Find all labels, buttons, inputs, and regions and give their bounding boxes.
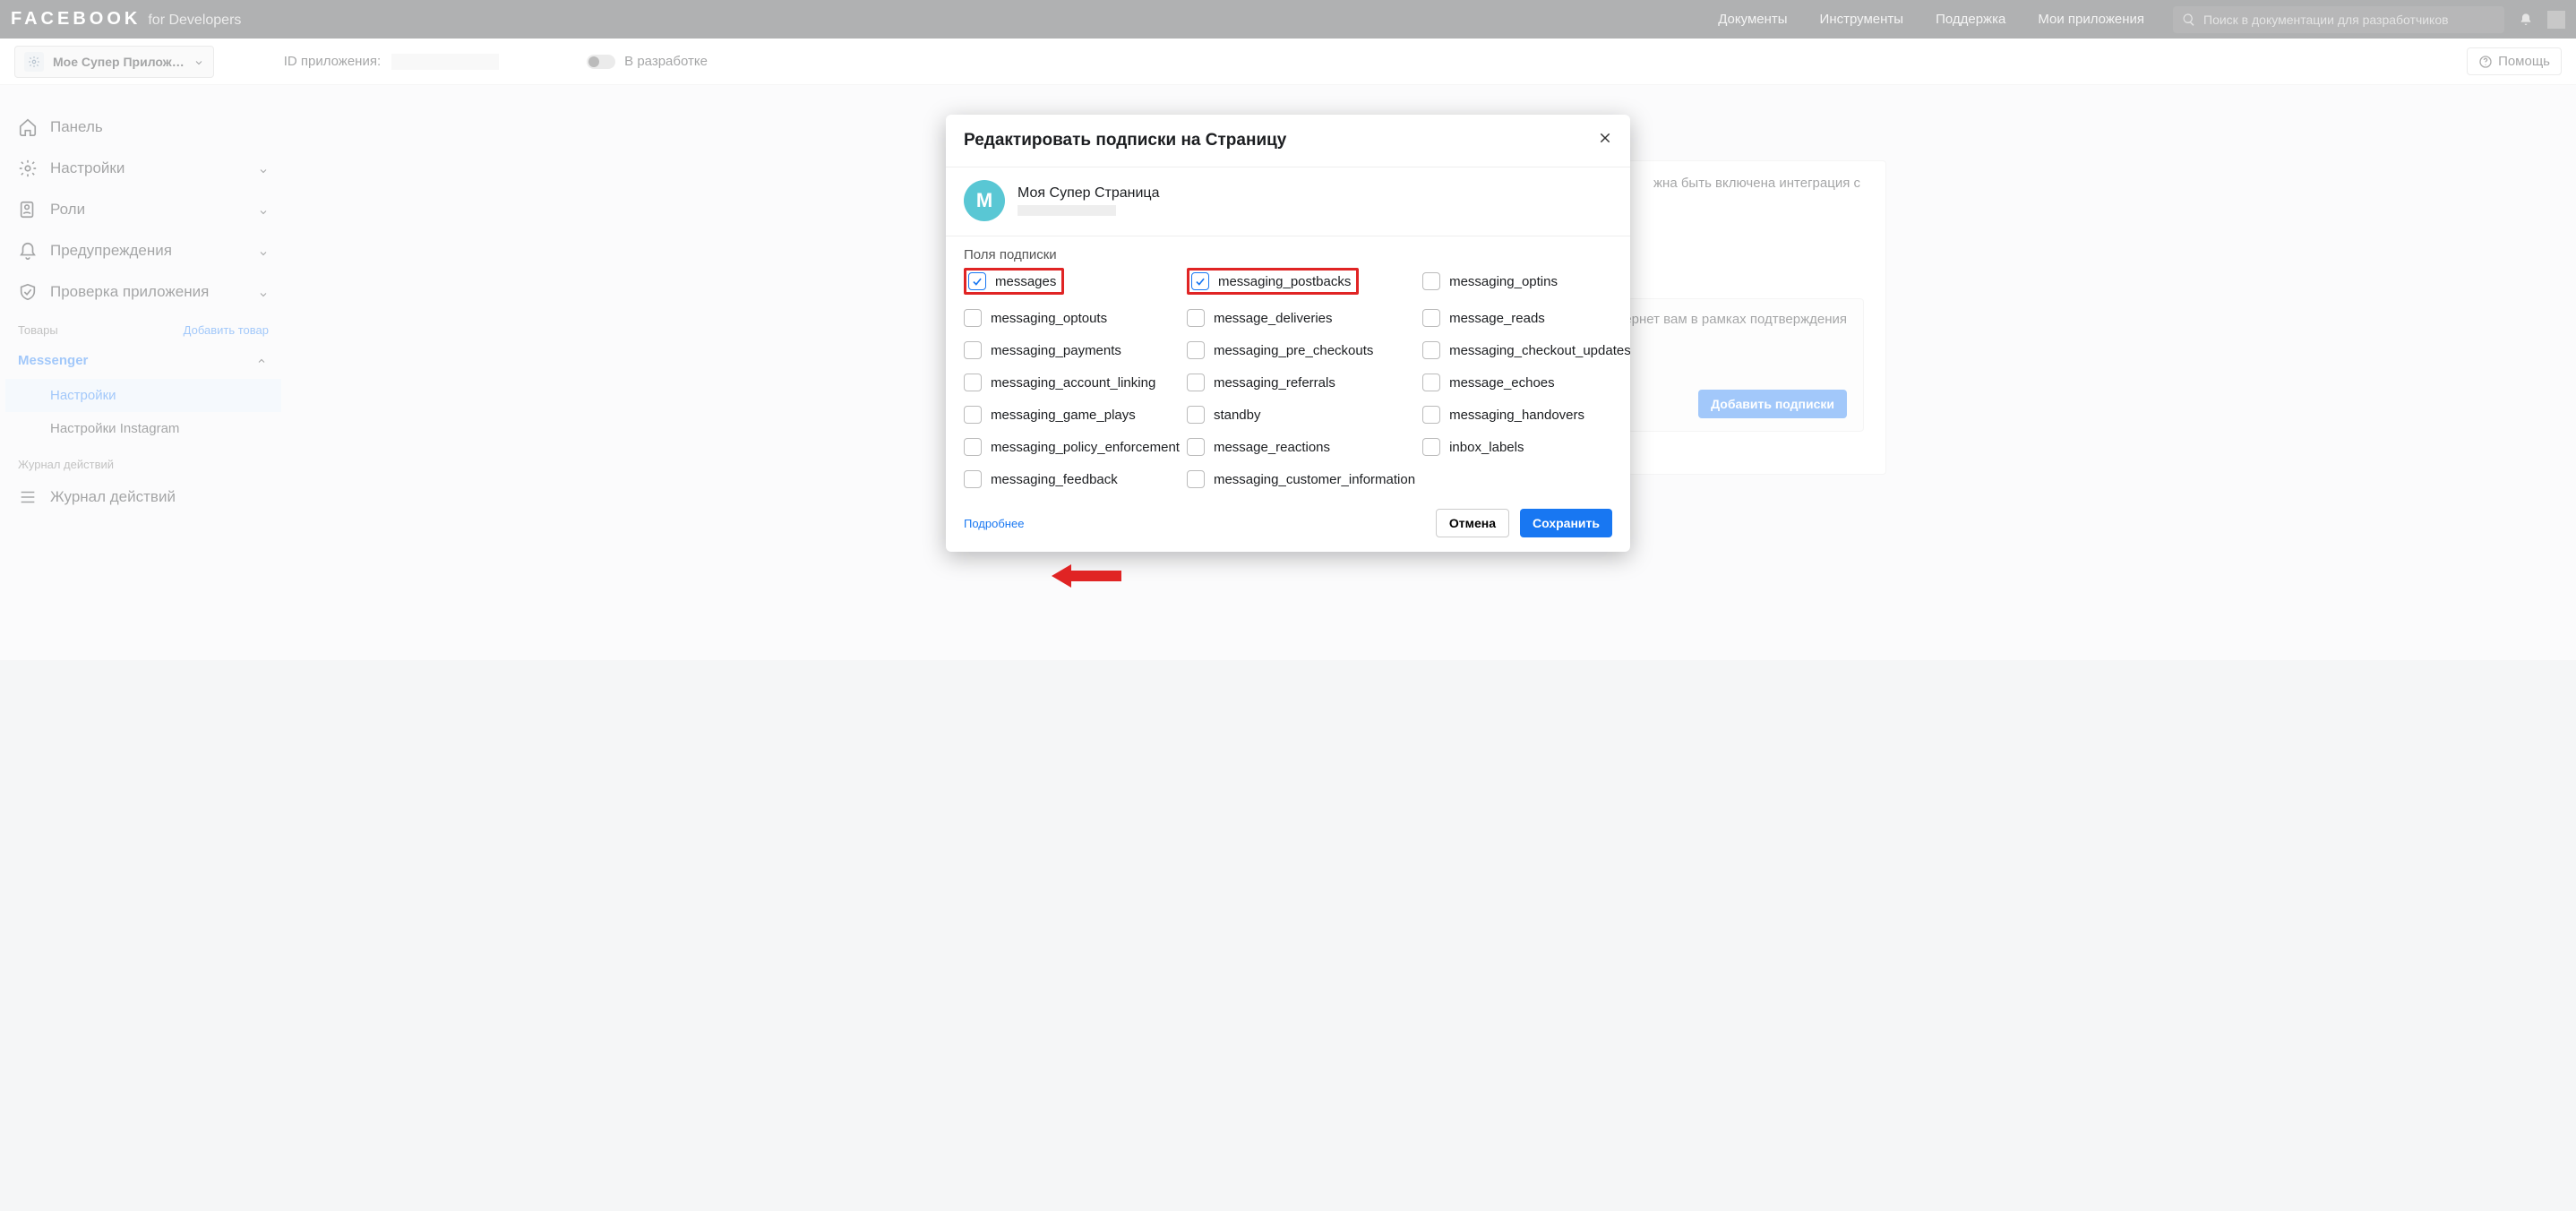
checkbox-messaging_postbacks[interactable] — [1191, 272, 1209, 290]
field-label: messaging_customer_information — [1214, 472, 1415, 487]
checkbox-messages[interactable] — [968, 272, 986, 290]
field-label: messaging_game_plays — [991, 408, 1136, 423]
emphasis-box: messaging_postbacks — [1187, 268, 1359, 295]
checkbox-message_reads[interactable] — [1422, 309, 1440, 327]
field-row-inbox_labels: inbox_labels — [1422, 438, 1630, 456]
field-row-messaging_policy_enforcement: messaging_policy_enforcement — [964, 438, 1180, 456]
close-icon[interactable] — [1598, 131, 1612, 150]
field-row-messaging_postbacks: messaging_postbacks — [1187, 268, 1415, 295]
field-label: messaging_optins — [1449, 274, 1558, 289]
field-label: message_deliveries — [1214, 311, 1333, 326]
field-row-messaging_pre_checkouts: messaging_pre_checkouts — [1187, 341, 1415, 359]
field-row-messaging_account_linking: messaging_account_linking — [964, 374, 1180, 391]
field-label: messaging_handovers — [1449, 408, 1584, 423]
checkbox-messaging_handovers[interactable] — [1422, 406, 1440, 424]
field-row-messaging_customer_information: messaging_customer_information — [1187, 470, 1415, 488]
modal-header: Редактировать подписки на Страницу — [946, 115, 1630, 167]
checkbox-messaging_game_plays[interactable] — [964, 406, 982, 424]
checkbox-messaging_feedback[interactable] — [964, 470, 982, 488]
field-row-messaging_handovers: messaging_handovers — [1422, 406, 1630, 424]
field-label: inbox_labels — [1449, 440, 1524, 455]
field-label: messaging_account_linking — [991, 375, 1155, 391]
fields-label: Поля подписки — [964, 247, 1612, 262]
page-id-redacted — [1018, 205, 1116, 216]
field-label: messages — [995, 274, 1056, 289]
cancel-button[interactable]: Отмена — [1436, 509, 1509, 537]
modal-footer: Подробнее Отмена Сохранить — [946, 494, 1630, 552]
field-label: messaging_postbacks — [1218, 274, 1351, 289]
checkbox-messaging_policy_enforcement[interactable] — [964, 438, 982, 456]
field-row-message_echoes: message_echoes — [1422, 374, 1630, 391]
checkbox-messaging_payments[interactable] — [964, 341, 982, 359]
page-name: Моя Супер Страница — [1018, 185, 1160, 202]
checkbox-messaging_checkout_updates[interactable] — [1422, 341, 1440, 359]
checkbox-message_reactions[interactable] — [1187, 438, 1205, 456]
checkbox-messaging_referrals[interactable] — [1187, 374, 1205, 391]
learn-more-link[interactable]: Подробнее — [964, 517, 1024, 530]
field-row-messages: messages — [964, 268, 1180, 295]
field-label: messaging_pre_checkouts — [1214, 343, 1373, 358]
field-row-messaging_referrals: messaging_referrals — [1187, 374, 1415, 391]
save-button[interactable]: Сохранить — [1520, 509, 1612, 537]
field-row-messaging_feedback: messaging_feedback — [964, 470, 1180, 488]
field-row-messaging_optins: messaging_optins — [1422, 268, 1630, 295]
checkbox-messaging_optouts[interactable] — [964, 309, 982, 327]
field-label: messaging_feedback — [991, 472, 1118, 487]
modal-title: Редактировать подписки на Страницу — [964, 131, 1286, 150]
checkbox-messaging_optins[interactable] — [1422, 272, 1440, 290]
field-label: messaging_optouts — [991, 311, 1107, 326]
field-row-standby: standby — [1187, 406, 1415, 424]
annotation-arrow-icon — [1052, 561, 1121, 594]
field-label: message_echoes — [1449, 375, 1555, 391]
field-row-messaging_optouts: messaging_optouts — [964, 309, 1180, 327]
checkbox-messaging_account_linking[interactable] — [964, 374, 982, 391]
checkbox-inbox_labels[interactable] — [1422, 438, 1440, 456]
emphasis-box: messages — [964, 268, 1064, 295]
field-label: messaging_policy_enforcement — [991, 440, 1180, 455]
field-label: standby — [1214, 408, 1261, 423]
edit-subscriptions-modal: Редактировать подписки на Страницу М Моя… — [946, 115, 1630, 552]
field-label: message_reads — [1449, 311, 1545, 326]
modal-page-row: М Моя Супер Страница — [946, 167, 1630, 236]
checkbox-messaging_pre_checkouts[interactable] — [1187, 341, 1205, 359]
page-avatar: М — [964, 180, 1005, 221]
field-label: message_reactions — [1214, 440, 1330, 455]
checkbox-messaging_customer_information[interactable] — [1187, 470, 1205, 488]
field-row-messaging_checkout_updates: messaging_checkout_updates — [1422, 341, 1630, 359]
field-label: messaging_checkout_updates — [1449, 343, 1630, 358]
field-row-message_reads: message_reads — [1422, 309, 1630, 327]
field-row-message_deliveries: message_deliveries — [1187, 309, 1415, 327]
checkbox-standby[interactable] — [1187, 406, 1205, 424]
checkbox-message_echoes[interactable] — [1422, 374, 1440, 391]
checkbox-message_deliveries[interactable] — [1187, 309, 1205, 327]
field-row-messaging_payments: messaging_payments — [964, 341, 1180, 359]
field-row-messaging_game_plays: messaging_game_plays — [964, 406, 1180, 424]
subscription-fields: Поля подписки messages messaging_postback… — [946, 236, 1630, 494]
field-row-message_reactions: message_reactions — [1187, 438, 1415, 456]
field-label: messaging_payments — [991, 343, 1121, 358]
field-label: messaging_referrals — [1214, 375, 1335, 391]
